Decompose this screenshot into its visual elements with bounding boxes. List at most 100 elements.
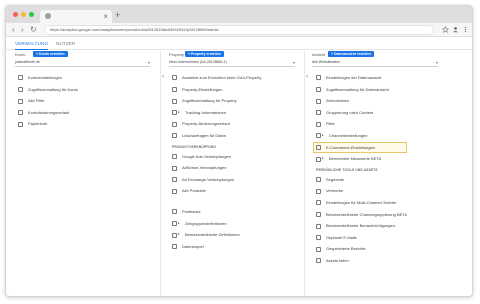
- menu-item-benutzerdefinierte-definitionen[interactable]: ▸ Benutzerdefinierte Definitionen: [172, 229, 298, 241]
- menu-item-segmente[interactable]: Segmente: [316, 174, 442, 186]
- account-selector[interactable]: jobsnaffirmfe.de ▾: [15, 59, 150, 67]
- menu-icon[interactable]: [462, 26, 469, 33]
- history-icon: [172, 121, 177, 127]
- account-title: Konto: [15, 52, 26, 57]
- menu-item-assets-teilen[interactable]: Assets teilen: [316, 255, 442, 267]
- url-field[interactable]: https://analytics.google.com/analytics/w…: [44, 25, 434, 35]
- tab-close-icon[interactable]: ×: [103, 10, 108, 23]
- property-column-header: Property + Property erstellen Mein Unter…: [169, 51, 299, 71]
- create-account-button[interactable]: + Konto erstellen: [33, 51, 68, 57]
- menu-item-berechnete-messwerte[interactable]: ▸ Berechnete Messwerte BETA: [316, 153, 442, 165]
- collapse-property-icon[interactable]: ‹: [306, 74, 308, 80]
- create-view-button[interactable]: + Datenansicht erstellen: [328, 51, 375, 57]
- ads-icon: [172, 153, 177, 159]
- maximize-window-button[interactable]: [29, 12, 34, 17]
- reload-icon[interactable]: ↻: [30, 23, 37, 37]
- profile-icon[interactable]: [452, 26, 459, 33]
- account-selected: jobsnaffirmfe.de: [15, 60, 40, 64]
- menu-item-google-ads[interactable]: Google Ads-Verknüpfungen: [172, 151, 298, 163]
- property-selector[interactable]: Mein Unternehmen (UA-28128869-1) ▾: [169, 59, 295, 67]
- favicon-icon: [45, 13, 51, 19]
- menu-item-alle-produkte[interactable]: Alle Produkte: [172, 185, 298, 197]
- chevron-down-icon: ▾: [147, 60, 150, 65]
- menu-item-multi-channel-trichter[interactable]: Einstellungen für Multi-Channel-Trichter: [316, 197, 442, 209]
- report-icon: [316, 246, 321, 252]
- close-window-button[interactable]: [13, 12, 18, 17]
- view-selected: Alle Websitedaten: [312, 60, 341, 64]
- tab-nutzer[interactable]: NUTZER: [56, 38, 75, 50]
- tab-verwaltung[interactable]: VERWALTUNG: [15, 38, 49, 50]
- browser-window: × + ‹ › ↻ https://analytics.google.com/a…: [5, 5, 473, 297]
- menu-item-zugriffsverwaltung-datenansicht[interactable]: Zugriffsverwaltung für Datenansicht: [316, 84, 442, 96]
- menu-item-alle-filter[interactable]: Alle Filter: [18, 95, 154, 107]
- grid-icon: [172, 188, 177, 194]
- menu-item-channeleinstellungen[interactable]: ▸ Channeleinstellungen: [316, 130, 442, 142]
- history-icon: [18, 110, 23, 116]
- menu-item-datenansicht-einstellungen[interactable]: Einstellungen der Datenansicht: [316, 72, 442, 84]
- create-property-button[interactable]: + Property erstellen: [185, 51, 224, 57]
- view-title: Ansicht: [312, 52, 326, 57]
- forward-icon[interactable]: ›: [21, 23, 24, 37]
- menu-item-kontoeinstellungen[interactable]: Kontoeinstellungen: [18, 72, 154, 84]
- menu-item-zielgruppendefinitionen[interactable]: ▸ Zielgruppendefinitionen: [172, 218, 298, 230]
- menu-item-filter[interactable]: Filter: [316, 118, 442, 130]
- menu-item-ga4-assistent[interactable]: Assistent zum Einrichten einer GA4-Prope…: [172, 72, 298, 84]
- note-icon: [316, 188, 321, 194]
- calc-icon: [316, 156, 321, 162]
- collapse-account-icon[interactable]: ‹: [162, 74, 164, 80]
- new-tab-icon[interactable]: +: [115, 9, 120, 21]
- expand-icon: ▸: [178, 220, 180, 225]
- account-menu: Kontoeinstellungen Zugriffsverwaltung fü…: [18, 72, 154, 130]
- menu-item-loeschanfragen[interactable]: Löschanfragen für Daten: [172, 130, 298, 142]
- menu-item-postbacks[interactable]: Postbacks: [172, 206, 298, 218]
- property-selected: Mein Unternehmen (UA-28128869-1): [169, 60, 227, 64]
- menu-item-papierkorb[interactable]: Papierkorb: [18, 118, 154, 130]
- menu-item-geplante-emails[interactable]: Geplante E-Mails: [316, 232, 442, 244]
- share-icon: [316, 258, 321, 264]
- expand-icon: ▸: [178, 109, 180, 114]
- delete-data-icon: [172, 133, 177, 139]
- people-icon: [172, 98, 177, 104]
- account-column-header: Konto + Konto erstellen jobsnaffirmfe.de…: [15, 51, 155, 71]
- segment-icon: [316, 177, 321, 183]
- filter-icon: [18, 98, 23, 104]
- star-icon[interactable]: [442, 26, 449, 33]
- content-icon: [316, 110, 321, 116]
- people-icon: [316, 86, 321, 92]
- cart-icon: [316, 144, 321, 150]
- menu-item-vermerke[interactable]: Vermerke: [316, 185, 442, 197]
- menu-item-kontoaenderungsverlauf[interactable]: Kontoänderungsverlauf: [18, 107, 154, 119]
- browser-tab[interactable]: ×: [40, 10, 112, 23]
- back-icon[interactable]: ‹: [12, 23, 15, 37]
- menu-item-property-einstellungen[interactable]: Property-Einstellungen: [172, 84, 298, 96]
- menu-item-ad-exchange[interactable]: Ad Exchange-Verknüpfungen: [172, 174, 298, 186]
- menu-item-property-aenderungsverlauf[interactable]: Property-Änderungsverlauf: [172, 118, 298, 130]
- view-menu: Einstellungen der Datenansicht Zugriffsv…: [313, 72, 442, 267]
- menu-item-zugriffsverwaltung-konto[interactable]: Zugriffsverwaltung für Konto: [18, 84, 154, 96]
- menu-item-benachrichtigungen[interactable]: Benutzerdefinierte Benachrichtigungen: [316, 220, 442, 232]
- property-title: Property: [169, 52, 185, 57]
- view-selector[interactable]: Alle Websitedaten ▾: [312, 59, 438, 67]
- menu-item-channelgruppierung[interactable]: Benutzerdefinierte Channelgruppierung BE…: [316, 209, 442, 221]
- channel-icon: [316, 211, 321, 217]
- square-icon: [172, 86, 177, 92]
- check-icon: [172, 75, 177, 81]
- menu-item-ecommerce-einstellungen[interactable]: E-Commerce-Einstellungen: [313, 141, 442, 154]
- people-icon: [18, 86, 23, 92]
- menu-item-tracking-informationen[interactable]: ▸ Tracking-Informationen: [172, 107, 298, 119]
- minimize-window-button[interactable]: [21, 12, 26, 17]
- expand-icon: ▸: [322, 132, 324, 137]
- menu-item-adsense[interactable]: AdSense-Verknüpfungen: [172, 162, 298, 174]
- postback-icon: [172, 209, 177, 215]
- menu-item-datenimport[interactable]: Datenimport: [172, 241, 298, 253]
- chevron-down-icon: ▾: [435, 60, 438, 65]
- code-icon: [172, 110, 177, 116]
- chart-icon: [316, 200, 321, 206]
- tab-bar: × +: [6, 6, 472, 23]
- menu-item-zugriffsverwaltung-property[interactable]: Zugriffsverwaltung für Property: [172, 95, 298, 107]
- menu-item-zielvorhaben[interactable]: Zielvorhaben: [316, 95, 442, 107]
- menu-item-gruppierung-content[interactable]: Gruppierung nach Content: [316, 107, 442, 119]
- menu-item-gespeicherte-berichte[interactable]: Gespeicherte Berichte: [316, 243, 442, 255]
- audience-icon: [172, 220, 177, 226]
